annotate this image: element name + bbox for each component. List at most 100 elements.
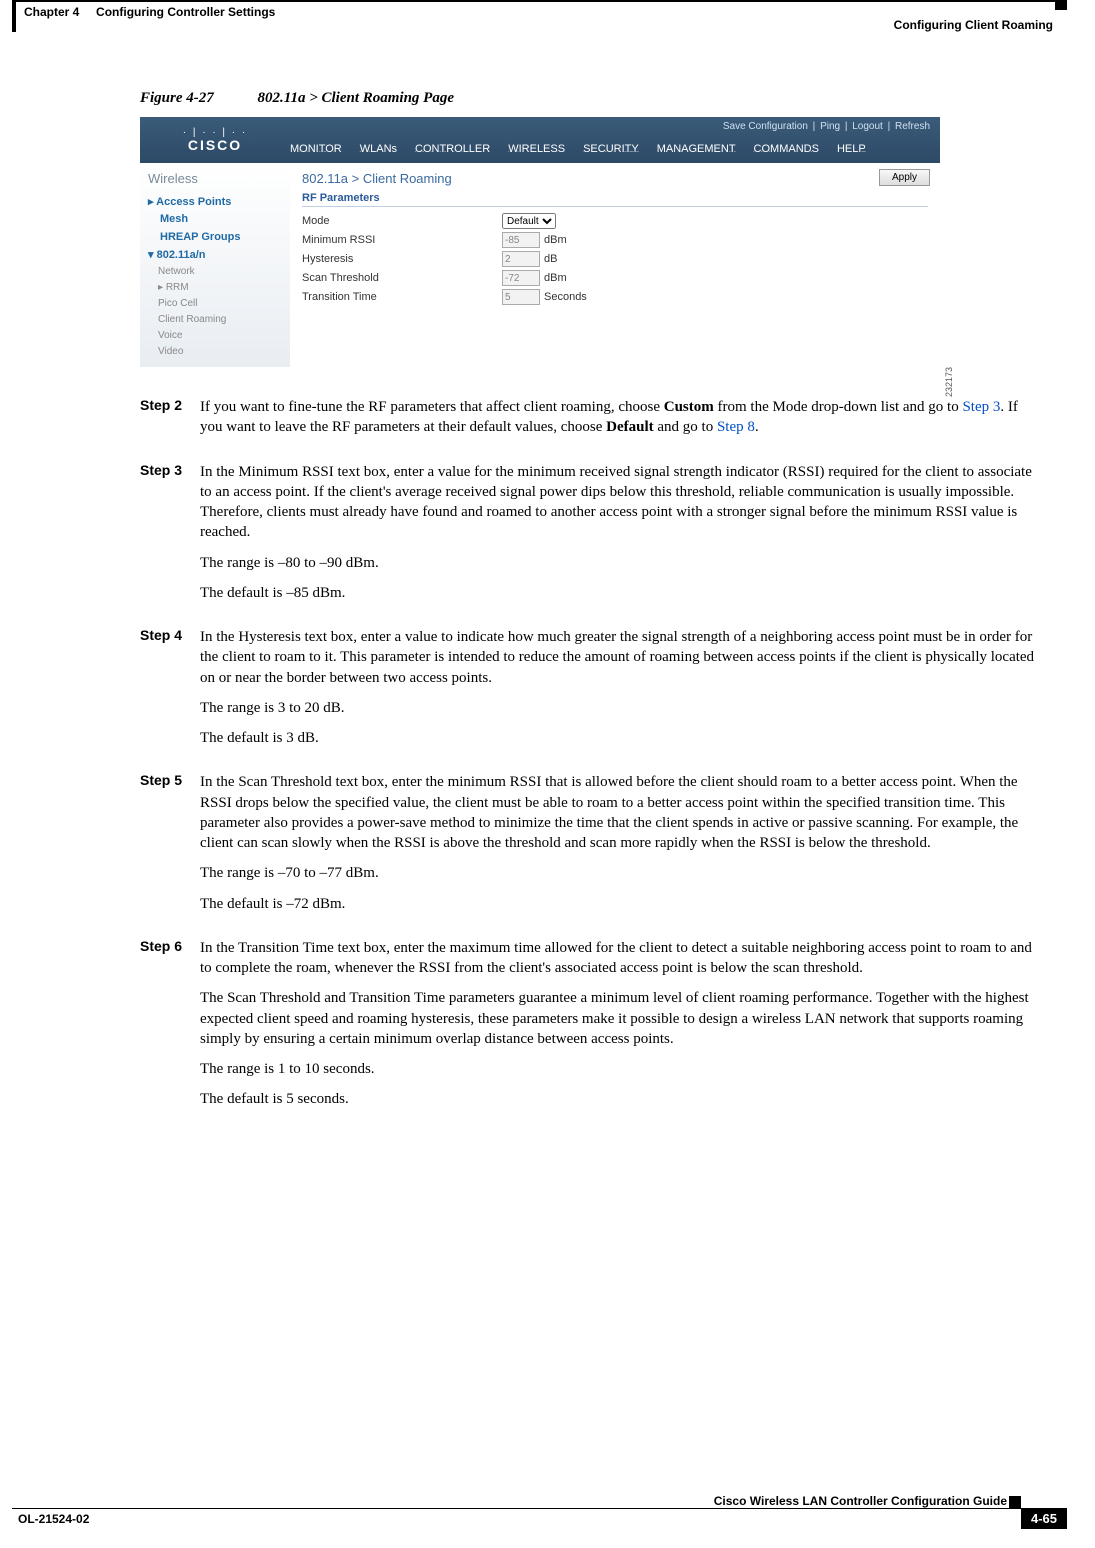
link-refresh[interactable]: Refresh	[895, 121, 930, 132]
sidebar-client-roaming[interactable]: Client Roaming	[158, 312, 282, 328]
text-bold: Default	[606, 419, 654, 435]
scan-threshold-input[interactable]	[502, 270, 540, 286]
menu-security[interactable]: SECURITY	[583, 143, 639, 155]
step-6-p3: The range is 1 to 10 seconds.	[200, 1059, 1035, 1079]
step-4: Step 4 In the Hysteresis text box, enter…	[200, 627, 1035, 758]
footer-square-icon	[1009, 1496, 1021, 1508]
figure-screenshot: · | · · | · · CISCO MONITOR WLANs CONTRO…	[140, 117, 940, 367]
link-step-8[interactable]: Step 8	[717, 419, 755, 435]
step-2: Step 2 If you want to fine-tune the RF p…	[200, 397, 1035, 448]
step-3-p3: The default is –85 dBm.	[200, 583, 1035, 603]
step-4-p2: The range is 3 to 20 dB.	[200, 698, 1035, 718]
hysteresis-label: Hysteresis	[302, 253, 502, 265]
step-5-p1: In the Scan Threshold text box, enter th…	[200, 772, 1035, 853]
link-step-3[interactable]: Step 3	[962, 399, 1000, 415]
hysteresis-input[interactable]	[502, 251, 540, 267]
transition-time-label: Transition Time	[302, 291, 502, 303]
text: from the Mode drop-down list and go to	[714, 399, 963, 415]
hysteresis-unit: dB	[544, 253, 557, 265]
panel-title: 802.11a > Client Roaming	[302, 171, 928, 186]
menu-management[interactable]: MANAGEMENT	[657, 143, 736, 155]
header-left: Chapter 4 Configuring Controller Setting…	[24, 5, 275, 19]
step-5-p3: The default is –72 dBm.	[200, 894, 1035, 914]
text: If you want to fine-tune the RF paramete…	[200, 399, 664, 415]
footer-doc-id: OL-21524-02	[18, 1512, 89, 1526]
top-links: Save Configuration | Ping | Logout | Ref…	[721, 121, 932, 132]
sidebar-picocell[interactable]: Pico Cell	[158, 296, 282, 312]
step-6: Step 6 In the Transition Time text box, …	[200, 938, 1035, 1120]
step-4-label: Step 4	[140, 627, 200, 758]
mode-label: Mode	[302, 215, 502, 227]
rf-parameters-heading: RF Parameters	[302, 192, 928, 207]
logo-text: CISCO	[140, 138, 290, 153]
sidebar-hreap[interactable]: HREAP Groups	[160, 229, 282, 247]
figure-number: Figure 4-27	[140, 90, 214, 106]
scan-threshold-label: Scan Threshold	[302, 272, 502, 284]
page-header: Chapter 4 Configuring Controller Setting…	[0, 0, 1095, 32]
menu-wireless[interactable]: WIRELESS	[508, 143, 565, 155]
apply-button[interactable]: Apply	[879, 169, 930, 186]
footer-rule	[12, 1508, 1067, 1509]
step-3-p2: The range is –80 to –90 dBm.	[200, 553, 1035, 573]
min-rssi-label: Minimum RSSI	[302, 234, 502, 246]
menu-help[interactable]: HELP	[837, 143, 866, 155]
sidebar-80211an[interactable]: 802.11a/n	[148, 247, 282, 265]
step-3: Step 3 In the Minimum RSSI text box, ent…	[200, 462, 1035, 614]
step-6-p2: The Scan Threshold and Transition Time p…	[200, 988, 1035, 1049]
page: Chapter 4 Configuring Controller Setting…	[0, 0, 1095, 1548]
transition-time-unit: Seconds	[544, 291, 587, 303]
row-mode: Mode Default	[302, 213, 928, 229]
chapter-title: Configuring Controller Settings	[96, 5, 275, 19]
step-6-label: Step 6	[140, 938, 200, 1120]
sidebar-mesh[interactable]: Mesh	[160, 211, 282, 229]
app-body: Wireless Access Points Mesh HREAP Groups…	[140, 163, 940, 367]
header-rule	[12, 0, 1065, 2]
step-5-body: In the Scan Threshold text box, enter th…	[200, 772, 1035, 924]
step-6-p1: In the Transition Time text box, enter t…	[200, 938, 1035, 979]
menu-wlans[interactable]: WLANs	[360, 143, 397, 155]
sidebar-network[interactable]: Network	[158, 264, 282, 280]
sidebar-video[interactable]: Video	[158, 344, 282, 360]
text: and go to	[654, 419, 717, 435]
link-ping[interactable]: Ping	[820, 121, 840, 132]
step-3-p1: In the Minimum RSSI text box, enter a va…	[200, 462, 1035, 543]
menu-monitor[interactable]: MONITOR	[290, 143, 342, 155]
transition-time-input[interactable]	[502, 289, 540, 305]
step-3-label: Step 3	[140, 462, 200, 614]
footer-page-number: 4-65	[1021, 1508, 1067, 1529]
step-5-p2: The range is –70 to –77 dBm.	[200, 863, 1035, 883]
row-scan-threshold: Scan Threshold dBm	[302, 270, 928, 286]
text: .	[755, 419, 759, 435]
text-bold: Custom	[664, 399, 714, 415]
min-rssi-input[interactable]	[502, 232, 540, 248]
content-area: Figure 4-27 802.11a > Client Roaming Pag…	[140, 90, 1035, 1134]
page-footer: Cisco Wireless LAN Controller Configurat…	[12, 1496, 1067, 1536]
sidebar-access-points[interactable]: Access Points	[148, 194, 282, 212]
steps: Step 2 If you want to fine-tune the RF p…	[200, 397, 1035, 1120]
menu-commands[interactable]: COMMANDS	[754, 143, 819, 155]
row-hysteresis: Hysteresis dB	[302, 251, 928, 267]
app-header-bar: · | · · | · · CISCO MONITOR WLANs CONTRO…	[140, 117, 940, 163]
step-2-label: Step 2	[140, 397, 200, 448]
main-panel: Apply 802.11a > Client Roaming RF Parame…	[290, 163, 940, 367]
step-2-body: If you want to fine-tune the RF paramete…	[200, 397, 1035, 448]
scan-threshold-unit: dBm	[544, 272, 567, 284]
step-6-body: In the Transition Time text box, enter t…	[200, 938, 1035, 1120]
chapter-number: Chapter 4	[24, 5, 79, 19]
header-section: Configuring Client Roaming	[894, 18, 1053, 32]
figure-caption: Figure 4-27 802.11a > Client Roaming Pag…	[140, 90, 1035, 107]
link-save-config[interactable]: Save Configuration	[723, 121, 808, 132]
menu-controller[interactable]: CONTROLLER	[415, 143, 490, 155]
step-3-body: In the Minimum RSSI text box, enter a va…	[200, 462, 1035, 614]
step-6-p4: The default is 5 seconds.	[200, 1089, 1035, 1109]
mode-select[interactable]: Default	[502, 213, 556, 229]
step-5: Step 5 In the Scan Threshold text box, e…	[200, 772, 1035, 924]
sidebar: Wireless Access Points Mesh HREAP Groups…	[140, 163, 290, 367]
sidebar-voice[interactable]: Voice	[158, 328, 282, 344]
figure-id: 232173	[944, 367, 954, 397]
sidebar-rrm[interactable]: ▸ RRM	[158, 280, 282, 296]
step-4-p3: The default is 3 dB.	[200, 728, 1035, 748]
step-4-body: In the Hysteresis text box, enter a valu…	[200, 627, 1035, 758]
link-logout[interactable]: Logout	[852, 121, 883, 132]
step-4-p1: In the Hysteresis text box, enter a valu…	[200, 627, 1035, 688]
